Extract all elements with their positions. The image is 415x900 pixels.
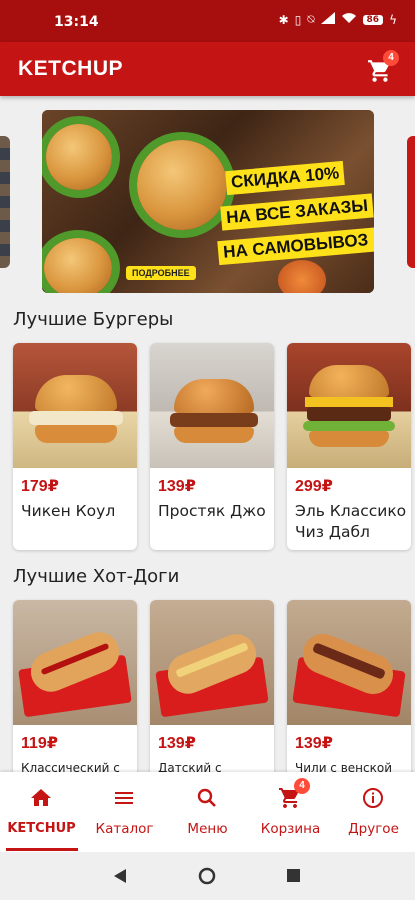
burger-patty [170, 413, 258, 427]
nav-item-cart[interactable]: 4 Корзина [249, 772, 332, 852]
nav-active-indicator [6, 848, 78, 851]
burger-bun-top [174, 379, 254, 413]
product-photo [287, 600, 411, 725]
charging-icon: ϟ [389, 12, 397, 27]
banner-burger-2 [137, 140, 227, 230]
app-title: KETCHUP [18, 57, 124, 80]
nav-label-menu: Меню [187, 821, 228, 837]
product-name: Простяк Джо [158, 502, 266, 520]
nav-cart-badge: 4 [294, 778, 310, 794]
banner-burger-1 [46, 124, 112, 190]
product-card[interactable]: 139₽ Чили с венской [287, 600, 411, 780]
status-bar: 13:14 ✱ ▯ ⍉ 86 ϟ [0, 0, 415, 42]
nav-item-home[interactable]: KETCHUP [0, 772, 83, 852]
status-icons: ✱ ▯ ⍉ 86 ϟ [279, 12, 397, 27]
bottom-navigation: KETCHUP Каталог Меню 4 Корзина Другое [0, 772, 415, 852]
menu-lines-icon [115, 792, 133, 804]
promo-banner[interactable]: СКИДКА 10% НА ВСЕ ЗАКАЗЫ НА САМОВЫВОЗ ! … [42, 110, 374, 293]
nav-label-catalog: Каталог [95, 821, 154, 837]
vibrate-icon: ▯ [294, 12, 302, 27]
burger-bun-top [309, 365, 389, 397]
battery-icon: 86 [362, 14, 384, 25]
product-photo [150, 343, 274, 468]
product-photo [287, 343, 411, 468]
product-name: Чикен Коул [21, 502, 116, 520]
wifi-icon [341, 12, 357, 27]
alarm-off-icon: ⍉ [307, 12, 315, 26]
product-price: 119₽ [21, 735, 58, 752]
product-photo [150, 600, 274, 725]
product-price: 179₽ [21, 478, 59, 495]
product-card[interactable]: 139₽ Датский с [150, 600, 274, 780]
product-card[interactable]: 139₽ Простяк Джо [150, 343, 274, 550]
nav-item-other[interactable]: Другое [332, 772, 415, 852]
section-title-burgers: Лучшие Бургеры [13, 309, 174, 330]
banner-prev-peek[interactable] [0, 136, 10, 268]
nav-item-catalog[interactable]: Каталог [83, 772, 166, 852]
product-photo [13, 343, 137, 468]
header-cart-badge: 4 [383, 50, 399, 66]
burger-bun-bottom [174, 427, 254, 443]
product-card[interactable]: 119₽ Классический с [13, 600, 137, 780]
banner-next-peek[interactable] [407, 136, 415, 268]
banner-burger-3 [44, 238, 112, 293]
product-price: 139₽ [295, 735, 333, 752]
burger-bun-bottom [309, 431, 389, 447]
nav-label-home: KETCHUP [7, 821, 76, 836]
recents-icon[interactable] [287, 869, 300, 882]
burger-filling [29, 411, 123, 425]
product-price: 139₽ [158, 735, 196, 752]
promo-line-1: СКИДКА 10% [225, 160, 346, 196]
home-circle-icon[interactable] [198, 867, 216, 885]
bluetooth-icon: ✱ [278, 12, 289, 27]
burger-lettuce [303, 421, 395, 431]
system-navigation-bar [0, 852, 415, 900]
product-card[interactable]: 299₽ Эль Классико Чиз Дабл [287, 343, 411, 550]
back-icon[interactable] [114, 869, 128, 883]
promo-line-2: НА ВСЕ ЗАКАЗЫ [220, 193, 374, 231]
signal-icon [320, 12, 335, 27]
info-icon [363, 788, 383, 808]
banner-more-button[interactable]: ПОДРОБНЕЕ [126, 266, 196, 280]
app-bar: KETCHUP 4 [0, 42, 415, 96]
burger-patty [307, 407, 391, 421]
header-cart-button[interactable]: 4 [367, 50, 399, 84]
burger-bun-bottom [35, 425, 117, 443]
product-name: Эль Классико Чиз Дабл [295, 502, 407, 541]
promo-line-3: НА САМОВЫВОЗ ! [217, 226, 374, 266]
search-icon [197, 788, 216, 807]
product-price: 139₽ [158, 478, 196, 495]
product-price: 299₽ [295, 478, 333, 495]
promo-text: СКИДКА 10% НА ВСЕ ЗАКАЗЫ НА САМОВЫВОЗ ! [217, 158, 374, 282]
status-time: 13:14 [54, 14, 99, 30]
home-icon [31, 789, 51, 806]
burger-cheese [305, 397, 393, 407]
product-card[interactable]: 179₽ Чикен Коул [13, 343, 137, 550]
battery-level: 86 [366, 14, 380, 25]
nav-label-other: Другое [348, 821, 399, 837]
burger-bun-top [35, 375, 117, 411]
nav-item-menu[interactable]: Меню [166, 772, 249, 852]
product-photo [13, 600, 137, 725]
section-title-hotdogs: Лучшие Хот-Доги [13, 566, 180, 587]
nav-label-cart: Корзина [260, 821, 321, 837]
